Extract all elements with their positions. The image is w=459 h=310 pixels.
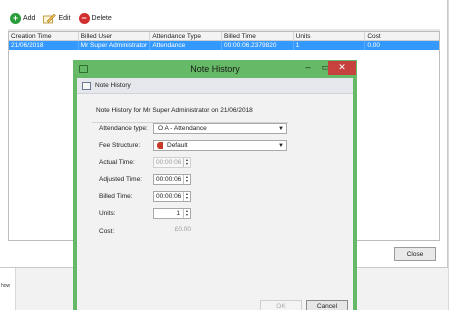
fee-structure-select[interactable]: Default ▼ [153, 140, 287, 151]
table-cell: 00:00:06.2379820 [222, 41, 294, 50]
units-label: Units: [99, 210, 116, 217]
delete-icon: − [78, 12, 90, 24]
adjusted-time-value: 00:00:06 [156, 176, 182, 183]
cost-value: £0.00 [174, 226, 191, 233]
dialog-subheader: Note History [77, 78, 353, 94]
attendance-type-select[interactable]: O A - Attendance ▼ [153, 123, 287, 134]
add-label: Add [23, 14, 36, 22]
cost-label: Cost: [99, 228, 115, 235]
billed-time-value: 00:00:06 [156, 193, 182, 200]
adjusted-time-field[interactable]: 00:00:06 ▲ ▼ [153, 174, 191, 185]
spin-arrows-icon: ▲ ▼ [183, 158, 190, 167]
add-button[interactable]: + Add [10, 12, 36, 24]
dialog-titlebar[interactable]: Note History – ▭ ✕ [73, 60, 357, 78]
column-header[interactable]: Units [294, 32, 366, 40]
spin-arrows-icon[interactable]: ▲ ▼ [183, 175, 190, 184]
fee-structure-label: Fee Structure: [99, 142, 141, 149]
dialog-body: Note History Note History for Mr Super A… [77, 78, 353, 310]
table-cell: 0.00 [367, 42, 381, 49]
cancel-button[interactable]: Cancel [306, 300, 348, 310]
edit-icon [43, 13, 57, 24]
grid-header: Creation Time Billed User Attendance Typ… [9, 32, 439, 41]
close-icon: ✕ [338, 62, 346, 72]
column-header[interactable]: Billed User [79, 32, 151, 40]
close-window-button[interactable]: ✕ [328, 61, 356, 75]
spin-arrows-icon[interactable]: ▲ ▼ [183, 209, 190, 218]
billed-time-field[interactable]: 00:00:06 ▲ ▼ [153, 191, 191, 202]
attendance-type-label: Attendance type: [99, 125, 148, 132]
note-heading: Note History for Mr Super Administrator … [96, 107, 253, 114]
minimize-icon: – [305, 62, 311, 72]
chevron-down-icon: ▼ [278, 142, 284, 149]
close-button[interactable]: Close [394, 247, 436, 261]
background-panel [0, 268, 16, 310]
units-field[interactable]: 1 ▲ ▼ [153, 208, 191, 219]
fee-structure-value: Default [167, 142, 188, 149]
edit-label: Edit [58, 14, 71, 22]
adjusted-time-label: Adjusted Time: [99, 176, 142, 183]
ok-button[interactable]: OK [260, 300, 302, 310]
note-icon [82, 82, 91, 90]
delete-label: Delete [91, 14, 112, 22]
column-header[interactable]: Billed Time [222, 32, 294, 40]
column-header[interactable]: Attendance Type [150, 32, 223, 40]
actual-time-value: 00:00:06 [156, 159, 182, 166]
subheader-title: Note History [95, 82, 131, 89]
spin-arrows-icon[interactable]: ▲ ▼ [183, 192, 190, 201]
table-cell: Mr Super Administrator [79, 41, 151, 50]
background-panel-label: how [1, 283, 11, 289]
actual-time-label: Actual Time: [99, 159, 135, 166]
attendance-type-value: O A - Attendance [158, 125, 207, 132]
table-row[interactable]: 21/06/2018 Mr Super Administrator Attend… [9, 41, 439, 50]
add-icon: + [10, 12, 21, 24]
edit-button[interactable]: Edit [43, 13, 71, 24]
minimize-button[interactable]: – [299, 61, 317, 75]
toolbar: + Add Edit − Delete [10, 9, 112, 27]
units-value: 1 [176, 210, 180, 217]
column-header[interactable]: Cost [365, 32, 439, 40]
note-history-dialog: Note History – ▭ ✕ Note History Note His… [73, 60, 357, 310]
table-cell: 21/06/2018 [9, 41, 79, 50]
billed-time-label: Billed Time: [99, 193, 133, 200]
column-header[interactable]: Creation Time [9, 32, 79, 40]
delete-button[interactable]: − Delete [78, 12, 112, 24]
actual-time-field: 00:00:06 ▲ ▼ [153, 157, 191, 168]
table-cell: 1 [294, 41, 366, 50]
background-window-edge [448, 0, 459, 310]
table-cell: Attendance [150, 41, 223, 50]
chevron-down-icon: ▼ [278, 125, 284, 132]
